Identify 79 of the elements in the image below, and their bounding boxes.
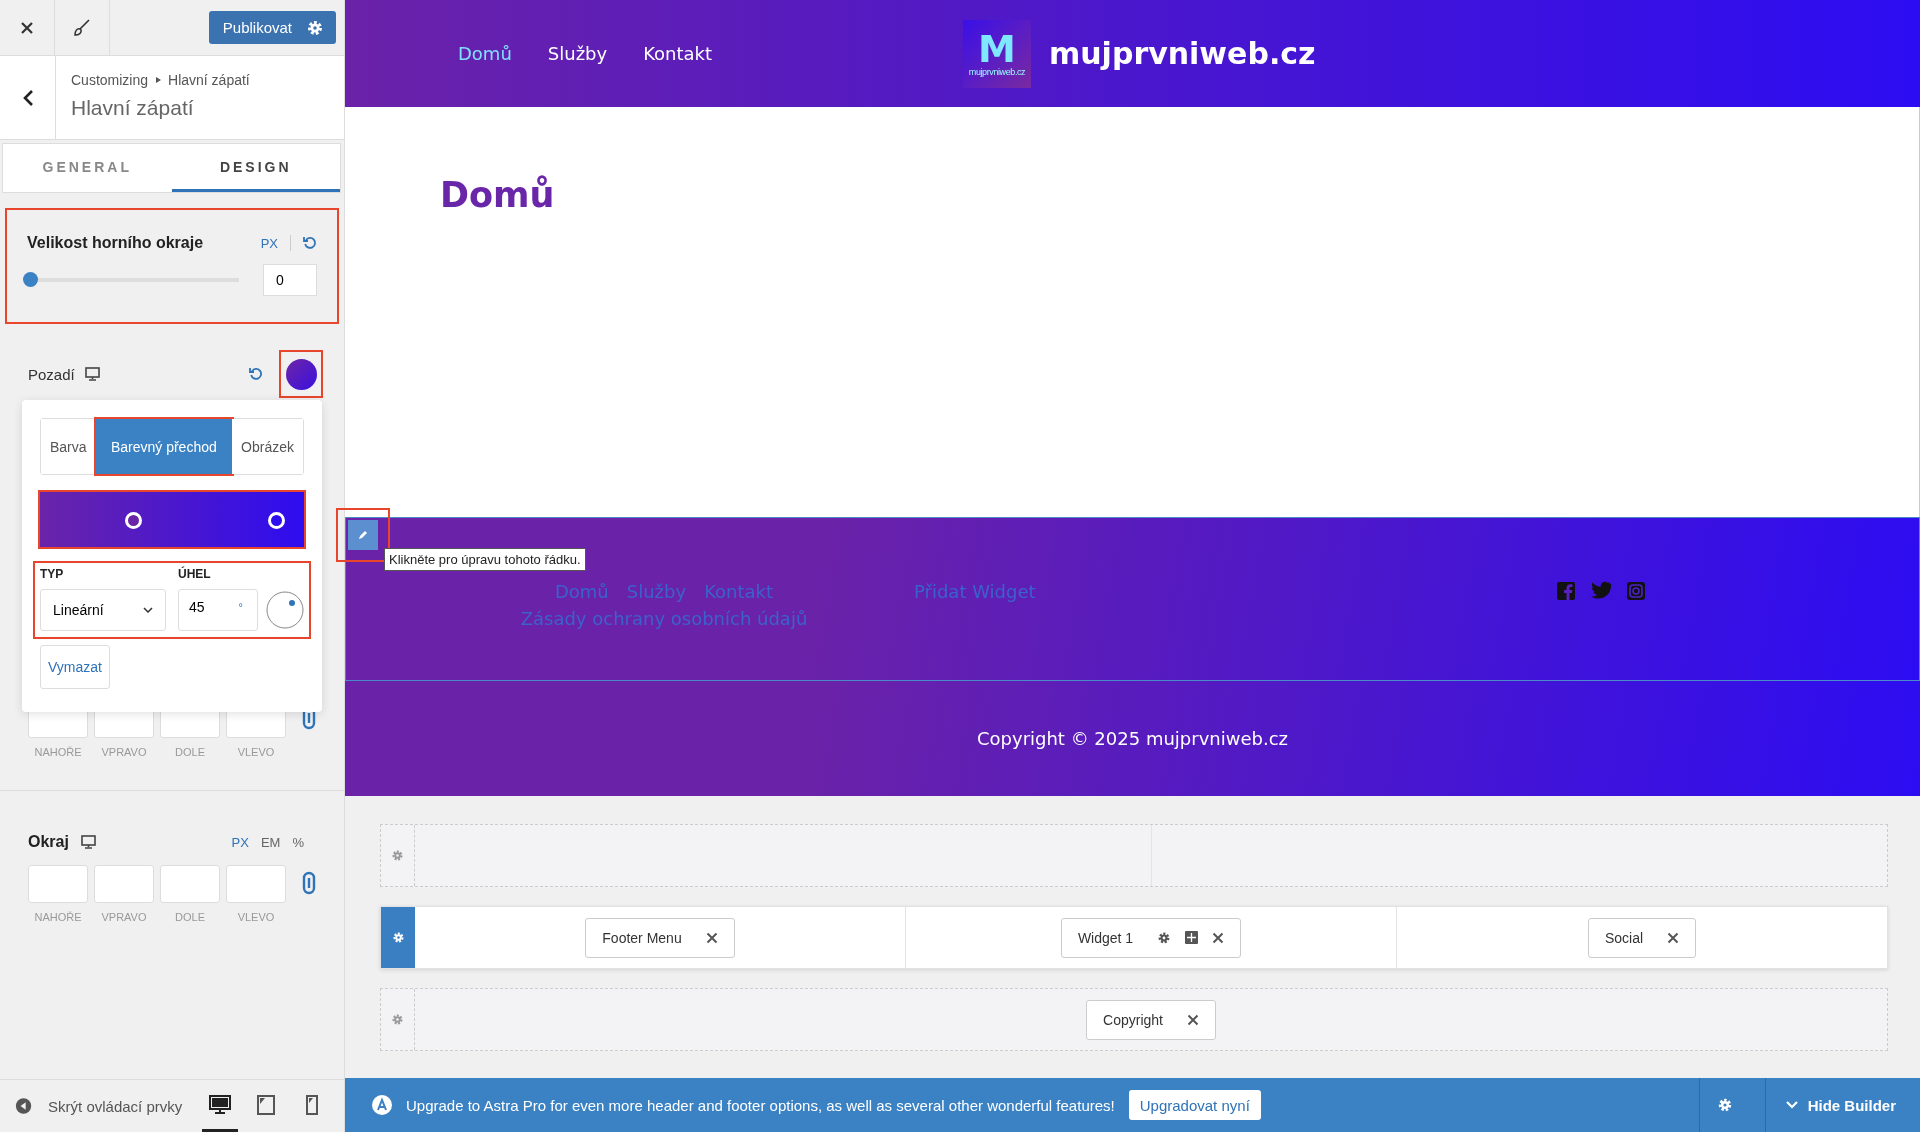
- builder-item[interactable]: Copyright: [1086, 999, 1216, 1040]
- bird-icon[interactable]: [1589, 581, 1612, 599]
- upgrade-button[interactable]: Upgradovat nyní: [1128, 1090, 1261, 1120]
- side-label: DOLE: [175, 911, 205, 923]
- margin-field[interactable]: [226, 865, 286, 903]
- astra-logo-icon: [372, 1095, 392, 1115]
- site-logo[interactable]: M mujprvniweb.cz: [963, 19, 1031, 88]
- close-icon[interactable]: [1667, 931, 1680, 944]
- close-icon[interactable]: [20, 20, 34, 35]
- pencil-icon[interactable]: [357, 529, 369, 541]
- color-mode-tab[interactable]: Obrázek: [232, 419, 303, 474]
- control-label: Okraj: [28, 833, 69, 851]
- angle-field[interactable]: 45 °: [178, 589, 258, 631]
- color-mode-tab[interactable]: Barevný přechod: [95, 419, 233, 474]
- reset-icon[interactable]: [303, 236, 317, 250]
- publish-button[interactable]: Publikovat: [208, 11, 336, 44]
- builder-item[interactable]: Social: [1587, 917, 1697, 958]
- side-label: VLEVO: [237, 746, 275, 758]
- type-select[interactable]: Lineární: [40, 589, 166, 631]
- upgrade-message: Upgrade to Astra Pro for even more header and footer options, as well as several other wonderful features!: [406, 1096, 1115, 1114]
- nav-link[interactable]: Služby: [547, 43, 608, 64]
- control-label: Velikost horního okraje: [27, 234, 204, 252]
- margin-field[interactable]: [94, 865, 154, 903]
- link-icon[interactable]: [302, 871, 316, 895]
- gradient-stop[interactable]: [268, 512, 285, 529]
- layout-icon[interactable]: [1185, 931, 1199, 944]
- clear-button[interactable]: Vymazat: [40, 645, 110, 689]
- close-icon[interactable]: [705, 931, 718, 944]
- close-icon[interactable]: [1186, 1013, 1199, 1026]
- settings-icon[interactable]: [1717, 1097, 1734, 1113]
- unit-option[interactable]: %: [292, 834, 304, 850]
- copyright-text: Copyright © 2025 mujprvniweb.cz: [976, 728, 1288, 749]
- facebook-icon[interactable]: [1555, 581, 1576, 601]
- side-label: NAHOŘE: [34, 746, 82, 758]
- slider-thumb[interactable]: [23, 272, 38, 287]
- side-label: DOLE: [175, 746, 205, 758]
- builder-item[interactable]: Widget 1: [1060, 917, 1242, 958]
- side-label: VPRAVO: [101, 746, 147, 758]
- reset-icon[interactable]: [249, 367, 263, 381]
- side-label: VPRAVO: [101, 911, 147, 923]
- field-label: ÚHEL: [178, 567, 212, 581]
- close-icon[interactable]: [1212, 931, 1225, 944]
- monitor-icon: [80, 835, 96, 849]
- instagram-icon[interactable]: [1625, 581, 1646, 601]
- hide-controls-link[interactable]: Skrýt ovládací prvky: [48, 1097, 183, 1115]
- settings-icon[interactable]: [1157, 930, 1172, 945]
- tooltip: Klikněte pro úpravu tohoto řádku.: [384, 548, 586, 571]
- monitor-icon: [84, 367, 100, 381]
- builder-item[interactable]: Footer Menu: [585, 917, 735, 958]
- row-settings-button[interactable]: [381, 907, 415, 968]
- hide-builder-button[interactable]: Hide Builder: [1764, 1078, 1920, 1132]
- page-title: Domů: [440, 175, 556, 215]
- control-label: Pozadí: [28, 365, 75, 383]
- collapse-icon[interactable]: [15, 1096, 33, 1116]
- margin-field[interactable]: [28, 865, 88, 903]
- gear-icon[interactable]: [391, 1013, 404, 1026]
- angle-dial[interactable]: [266, 591, 304, 629]
- chevron-down-icon[interactable]: [143, 607, 153, 613]
- unit-option[interactable]: EM: [260, 834, 281, 850]
- unit-option[interactable]: PX: [260, 235, 278, 251]
- edit-row-button[interactable]: [348, 520, 378, 550]
- gear-icon[interactable]: [391, 849, 404, 862]
- side-label: VLEVO: [237, 911, 275, 923]
- site-title[interactable]: mujprvniweb.cz: [1049, 36, 1316, 71]
- unit-option[interactable]: PX: [231, 834, 249, 850]
- breadcrumb-current: Hlavní zápatí: [168, 72, 250, 88]
- margin-field[interactable]: [160, 865, 220, 903]
- nav-link[interactable]: Kontakt: [643, 43, 713, 64]
- gradient-stop[interactable]: [125, 512, 142, 529]
- nav-link[interactable]: Domů: [458, 43, 512, 64]
- chevron-left-icon[interactable]: [21, 88, 34, 107]
- settings-icon[interactable]: [306, 18, 324, 37]
- field-label: TYP: [40, 567, 65, 581]
- section-title: Hlavní zápatí: [71, 96, 195, 120]
- color-swatch[interactable]: [281, 352, 321, 396]
- side-label: NAHOŘE: [34, 911, 82, 923]
- triangle-icon: [154, 76, 163, 84]
- number-field[interactable]: 0: [263, 264, 317, 296]
- breadcrumb-link[interactable]: Customizing: [71, 72, 149, 88]
